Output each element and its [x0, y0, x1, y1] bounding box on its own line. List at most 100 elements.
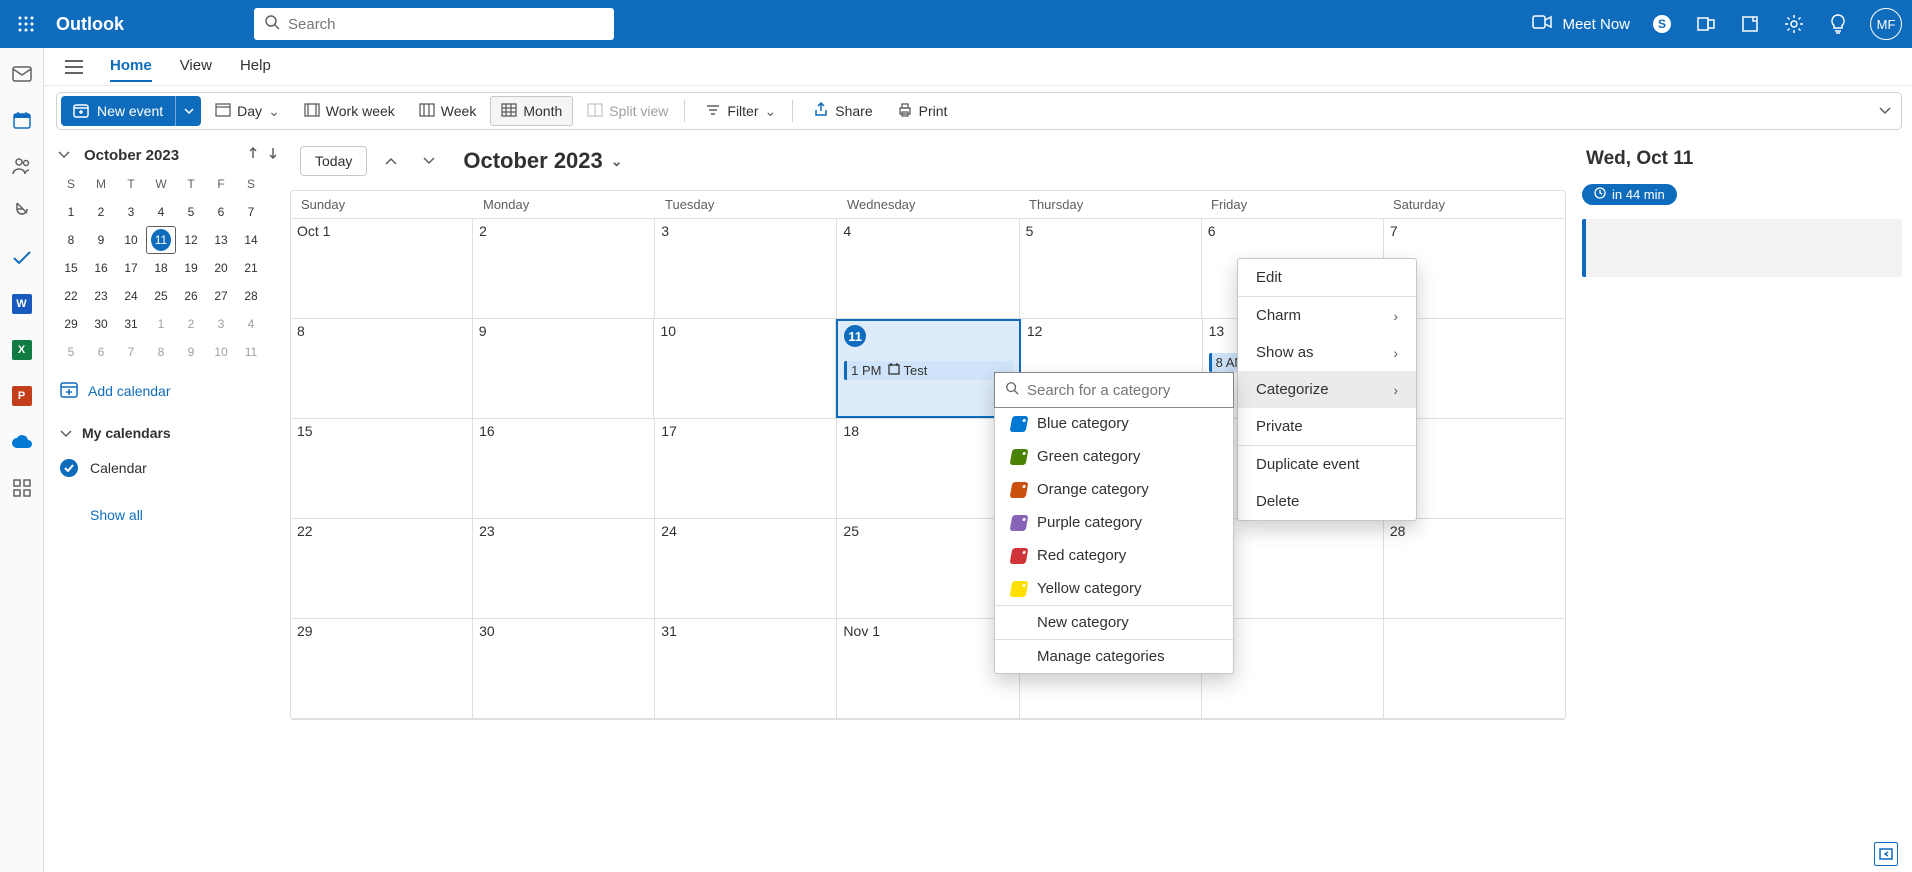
mini-cal-day[interactable]: 2 — [176, 310, 206, 338]
mini-cal-day[interactable]: 3 — [206, 310, 236, 338]
ctx-categorize[interactable]: Categorize› — [1238, 371, 1416, 408]
ctx-delete[interactable]: Delete — [1238, 483, 1416, 520]
day-cell[interactable]: 18 — [837, 419, 1019, 518]
mini-cal-day[interactable]: 5 — [56, 338, 86, 366]
onedrive-icon[interactable] — [10, 430, 34, 454]
calendar-event[interactable]: 1 PMTest — [844, 361, 1013, 380]
mini-cal-day[interactable]: 6 — [206, 198, 236, 226]
day-cell[interactable] — [1384, 619, 1565, 718]
mini-cal-day[interactable]: 2 — [86, 198, 116, 226]
mini-cal-day[interactable]: 19 — [176, 254, 206, 282]
mini-cal-day[interactable]: 21 — [236, 254, 266, 282]
account-avatar[interactable]: MF — [1870, 8, 1902, 40]
category-purple-category[interactable]: Purple category — [995, 506, 1233, 539]
new-category-item[interactable]: New category — [995, 606, 1233, 639]
view-day-button[interactable]: Day⌄ — [205, 96, 290, 126]
day-cell[interactable]: 29 — [291, 619, 473, 718]
calendar-icon[interactable] — [10, 108, 34, 132]
day-cell[interactable]: 4 — [837, 219, 1019, 318]
day-cell[interactable]: 2 — [473, 219, 655, 318]
today-button[interactable]: Today — [300, 146, 367, 176]
meet-now-button[interactable]: Meet Now — [1532, 15, 1630, 33]
view-workweek-button[interactable]: Work week — [294, 96, 405, 126]
share-button[interactable]: Share — [803, 96, 882, 126]
ctx-edit[interactable]: Edit — [1238, 259, 1416, 296]
mini-cal-next-icon[interactable] — [268, 146, 278, 164]
show-all-calendars[interactable]: Show all — [56, 485, 280, 523]
day-cell[interactable]: 3 — [655, 219, 837, 318]
people-icon[interactable] — [10, 154, 34, 178]
notes-icon[interactable] — [1738, 12, 1762, 36]
mini-cal-day[interactable]: 7 — [236, 198, 266, 226]
ctx-private[interactable]: Private — [1238, 408, 1416, 445]
add-calendar-button[interactable]: Add calendar — [56, 366, 280, 415]
ctx-duplicate-event[interactable]: Duplicate event — [1238, 446, 1416, 483]
mini-cal-collapse-icon[interactable] — [58, 146, 70, 164]
settings-icon[interactable] — [1782, 12, 1806, 36]
day-cell[interactable]: 31 — [655, 619, 837, 718]
mini-cal-day[interactable]: 27 — [206, 282, 236, 310]
mini-cal-day[interactable]: 9 — [86, 226, 116, 254]
mini-cal-prev-icon[interactable] — [248, 146, 258, 164]
mini-cal-day[interactable]: 9 — [176, 338, 206, 366]
mini-cal-day[interactable]: 26 — [176, 282, 206, 310]
word-icon[interactable]: W — [10, 292, 34, 316]
mini-cal-day[interactable]: 3 — [116, 198, 146, 226]
manage-categories-item[interactable]: Manage categories — [995, 640, 1233, 673]
print-button[interactable]: Print — [887, 96, 958, 126]
mini-cal-day[interactable]: 4 — [236, 310, 266, 338]
mail-icon[interactable] — [10, 62, 34, 86]
day-cell[interactable]: 10 — [654, 319, 836, 418]
powerpoint-icon[interactable]: P — [10, 384, 34, 408]
mini-cal-day[interactable]: 28 — [236, 282, 266, 310]
filter-button[interactable]: Filter⌄ — [695, 96, 786, 126]
day-cell[interactable]: 17 — [655, 419, 837, 518]
new-event-dropdown[interactable] — [175, 96, 201, 126]
ribbon-expand-icon[interactable] — [1873, 92, 1897, 130]
category-blue-category[interactable]: Blue category — [995, 407, 1233, 440]
day-cell[interactable]: 28 — [1384, 519, 1565, 618]
day-cell[interactable]: 5 — [1020, 219, 1202, 318]
more-apps-icon[interactable] — [10, 476, 34, 500]
countdown-pill[interactable]: in 44 min — [1582, 184, 1677, 205]
nav-toggle-icon[interactable] — [58, 51, 90, 83]
mini-cal-day[interactable]: 24 — [116, 282, 146, 310]
mini-cal-day[interactable]: 6 — [86, 338, 116, 366]
tips-icon[interactable] — [1826, 12, 1850, 36]
day-cell[interactable]: 30 — [473, 619, 655, 718]
category-search-input[interactable] — [1027, 382, 1226, 399]
mini-cal-day[interactable]: 23 — [86, 282, 116, 310]
day-cell[interactable]: 9 — [473, 319, 655, 418]
day-cell[interactable]: 8 — [291, 319, 473, 418]
mini-cal-day[interactable]: 10 — [116, 226, 146, 254]
skype-icon[interactable]: S — [1650, 12, 1674, 36]
mini-cal-day[interactable]: 14 — [236, 226, 266, 254]
mini-cal-day[interactable]: 8 — [146, 338, 176, 366]
calendar-checkbox-icon[interactable] — [60, 459, 78, 477]
new-event-button[interactable]: New event — [61, 96, 175, 126]
mini-cal-day[interactable]: 30 — [86, 310, 116, 338]
search-input[interactable] — [288, 16, 604, 33]
view-week-button[interactable]: Week — [409, 96, 487, 126]
mini-cal-day[interactable]: 11 — [146, 226, 176, 254]
ctx-show-as[interactable]: Show as› — [1238, 334, 1416, 371]
day-cell[interactable]: 16 — [473, 419, 655, 518]
view-month-button[interactable]: Month — [490, 96, 573, 126]
mini-cal-day[interactable]: 25 — [146, 282, 176, 310]
current-month-label[interactable]: October 2023⌄ — [463, 148, 622, 174]
mini-cal-day[interactable]: 10 — [206, 338, 236, 366]
category-orange-category[interactable]: Orange category — [995, 473, 1233, 506]
day-cell[interactable]: Nov 1 — [837, 619, 1019, 718]
mini-cal-day[interactable]: 1 — [56, 198, 86, 226]
mini-cal-day[interactable]: 15 — [56, 254, 86, 282]
agenda-event-card[interactable] — [1582, 219, 1902, 277]
mini-cal-day[interactable]: 4 — [146, 198, 176, 226]
mini-cal-day[interactable]: 7 — [116, 338, 146, 366]
category-search[interactable] — [994, 372, 1234, 408]
dock-pane-icon[interactable] — [1874, 842, 1898, 866]
files-icon[interactable] — [10, 200, 34, 224]
mini-cal-day[interactable]: 31 — [116, 310, 146, 338]
category-yellow-category[interactable]: Yellow category — [995, 572, 1233, 605]
day-cell[interactable]: 22 — [291, 519, 473, 618]
app-brand[interactable]: Outlook — [56, 14, 124, 35]
